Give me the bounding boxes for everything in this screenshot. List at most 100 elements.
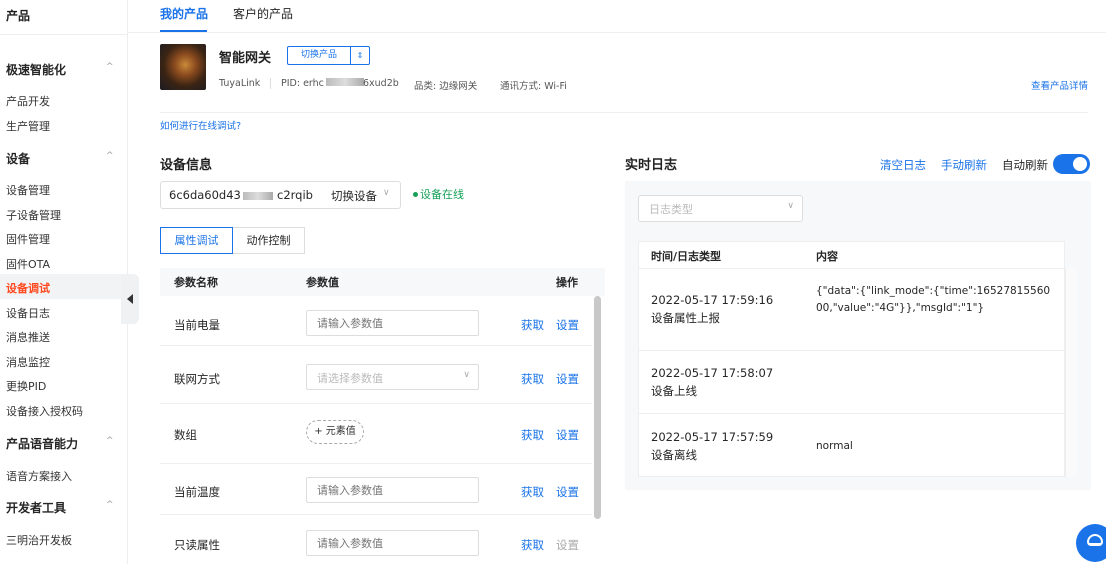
log-row-time: 2022-05-17 17:57:59 [651, 430, 774, 444]
get-button[interactable]: 获取 [521, 484, 544, 500]
get-button[interactable]: 获取 [521, 427, 544, 443]
log-row-time: 2022-05-17 17:58:07 [651, 366, 774, 380]
sidebar-item-auth-code[interactable]: 设备接入授权码 [6, 403, 83, 419]
sidebar-item-msg-push[interactable]: 消息推送 [6, 329, 50, 345]
sidebar-divider [0, 34, 128, 35]
add-element-button[interactable]: + 元素值 [306, 420, 364, 444]
chevron-up-icon[interactable]: ^ [106, 151, 114, 161]
set-button[interactable]: 设置 [556, 317, 579, 333]
row-param-name: 只读属性 [174, 538, 220, 552]
col-param-value: 参数值 [306, 276, 339, 289]
sidebar-group-smart[interactable]: 极速智能化 [6, 61, 66, 78]
manual-refresh-button[interactable]: 手动刷新 [941, 157, 987, 173]
get-button[interactable]: 获取 [521, 537, 544, 553]
sidebar: 产品 极速智能化 ^ 产品开发 生产管理 设备 ^ 设备管理 子设备管理 固件管… [0, 0, 128, 564]
toggle-knob [1073, 157, 1087, 171]
tab-my-products[interactable]: 我的产品 [160, 5, 208, 22]
auto-refresh-toggle[interactable] [1053, 154, 1090, 174]
param-value-input[interactable] [306, 310, 479, 336]
sidebar-group-devtools[interactable]: 开发者工具 [6, 499, 66, 516]
tab-action-control[interactable]: 动作控制 [232, 227, 305, 254]
param-value-input[interactable] [306, 477, 479, 503]
tab-property-debug[interactable]: 属性调试 [160, 227, 233, 254]
chevron-down-icon: ∨ [463, 370, 470, 380]
product-name: 智能网关 [219, 51, 272, 66]
set-button-disabled: 设置 [556, 538, 579, 552]
row-param-name: 当前温度 [174, 485, 220, 499]
sidebar-item-voice-access[interactable]: 语音方案接入 [6, 468, 72, 484]
props-scrollbar[interactable] [594, 296, 601, 519]
log-row-divider [638, 413, 1065, 414]
sidebar-title: 产品 [6, 9, 31, 23]
select-placeholder: 请选择参数值 [317, 372, 383, 385]
device-info-title: 设备信息 [160, 158, 213, 173]
sidebar-item-firmware-ota[interactable]: 固件OTA [6, 256, 50, 272]
sidebar-group-device[interactable]: 设备 [6, 150, 30, 167]
set-button[interactable]: 设置 [556, 484, 579, 500]
pid-redacted-mask [326, 78, 364, 86]
help-chat-button[interactable] [1076, 524, 1106, 562]
header-divider [160, 112, 1088, 113]
sidebar-item-device-log[interactable]: 设备日志 [6, 305, 50, 321]
product-category: 品类: 边缘网关 [414, 81, 478, 92]
sidebar-item-production[interactable]: 生产管理 [6, 118, 50, 134]
device-id-redacted-mask [243, 192, 273, 200]
log-header-divider [638, 268, 1065, 269]
product-pid-prefix: PID: erhc [281, 78, 324, 89]
sidebar-item-firmware[interactable]: 固件管理 [6, 231, 50, 247]
get-button[interactable]: 获取 [521, 371, 544, 387]
view-product-detail-link[interactable]: 查看产品详情 [1031, 78, 1088, 92]
chevron-up-icon[interactable]: ^ [106, 62, 114, 72]
col-ops: 操作 [556, 276, 578, 289]
device-select[interactable]: 6c6da60d43 c2rqib 切换设备 ∨ [160, 181, 401, 209]
sidebar-item-device-mgmt[interactable]: 设备管理 [6, 182, 50, 198]
log-row-type: 设备属性上报 [651, 311, 720, 325]
log-row-content: normal [816, 440, 853, 452]
tab-customer-products[interactable]: 客户的产品 [233, 5, 293, 22]
sidebar-collapse-handle[interactable] [121, 274, 139, 324]
headset-icon [1087, 534, 1103, 546]
row-divider [160, 345, 592, 346]
log-row-time: 2022-05-17 17:59:16 [651, 293, 774, 307]
sidebar-item-change-pid[interactable]: 更换PID [6, 378, 46, 394]
sort-arrows-icon: ⇕ [356, 51, 364, 60]
log-type-select[interactable]: 日志类型 ∨ [638, 195, 803, 222]
sidebar-item-msg-monitor[interactable]: 消息监控 [6, 354, 50, 370]
sidebar-item-product-dev[interactable]: 产品开发 [6, 93, 50, 109]
row-param-name: 数组 [174, 428, 197, 442]
online-dot-icon [413, 192, 418, 197]
row-param-name: 联网方式 [174, 372, 220, 386]
switch-product-button[interactable]: 切换产品 ⇕ [287, 46, 370, 65]
product-pid-suffix: 6xud2b [363, 78, 399, 89]
product-platform: TuyaLink [219, 78, 261, 89]
row-divider [160, 463, 592, 464]
set-button[interactable]: 设置 [556, 427, 579, 443]
chevron-up-icon[interactable]: ^ [106, 500, 114, 510]
product-avatar [160, 44, 206, 90]
device-id-prefix: 6c6da60d43 [169, 188, 241, 202]
sidebar-item-device-debug[interactable]: 设备调试 [6, 280, 50, 296]
sidebar-item-sandwich-board[interactable]: 三明治开发板 [6, 532, 72, 548]
param-value-select[interactable]: 请选择参数值 ∨ [306, 364, 479, 390]
device-status: 设备在线 [420, 188, 464, 201]
chevron-down-icon: ∨ [787, 201, 794, 211]
log-scroll-track[interactable] [1065, 268, 1077, 477]
product-comm: 通讯方式: Wi-Fi [500, 81, 567, 92]
row-divider [160, 403, 592, 404]
switch-device-label: 切换设备 [331, 189, 377, 203]
get-button[interactable]: 获取 [521, 317, 544, 333]
chevron-up-icon[interactable]: ^ [106, 436, 114, 446]
param-value-input[interactable] [306, 530, 479, 556]
col-log-time: 时间/日志类型 [651, 250, 722, 263]
sidebar-item-subdevice[interactable]: 子设备管理 [6, 207, 61, 223]
log-row-divider [638, 350, 1065, 351]
props-table-header [160, 268, 605, 296]
clear-log-button[interactable]: 清空日志 [880, 157, 926, 173]
tabs-divider [128, 32, 1106, 33]
log-row-type: 设备上线 [651, 384, 697, 398]
howto-debug-link[interactable]: 如何进行在线调试? [160, 118, 241, 132]
sidebar-group-voice[interactable]: 产品语音能力 [6, 435, 78, 452]
realtime-log-title: 实时日志 [625, 158, 678, 173]
col-param-name: 参数名称 [174, 276, 218, 289]
set-button[interactable]: 设置 [556, 371, 579, 387]
